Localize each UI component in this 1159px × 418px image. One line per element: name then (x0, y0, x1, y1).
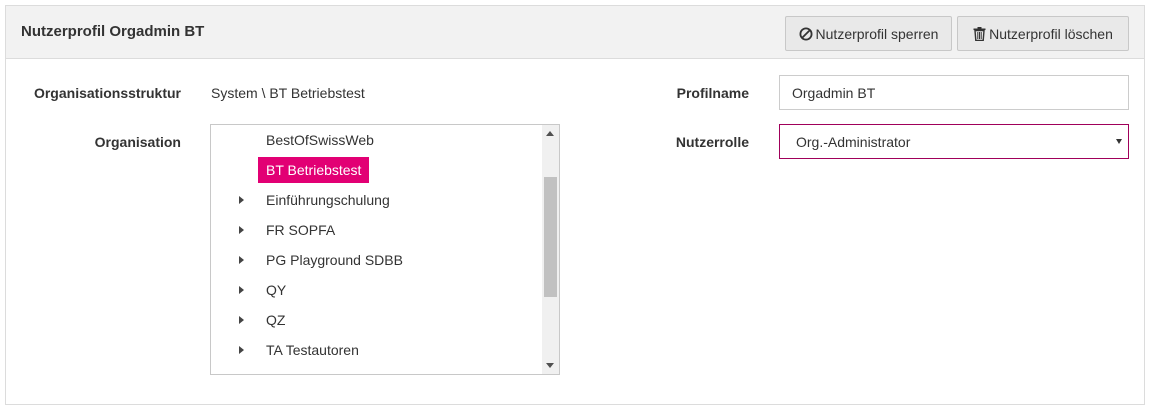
tree-scrollbar[interactable] (542, 125, 559, 374)
trash-icon (973, 26, 986, 41)
orgstruct-label: Organisationsstruktur (33, 85, 181, 101)
tree-item[interactable]: TA Testautoren (211, 336, 541, 364)
panel-header: Nutzerprofil Orgadmin BT Nutzerprofil sp… (6, 6, 1144, 59)
scroll-up-icon[interactable] (546, 131, 554, 136)
orgstruct-value: System \ BT Betriebstest (211, 85, 365, 101)
scroll-down-icon[interactable] (546, 363, 554, 368)
expand-arrow-icon[interactable] (239, 226, 244, 234)
profilname-input[interactable]: Orgadmin BT (779, 75, 1129, 110)
tree-item-selected[interactable]: BT Betriebstest (211, 156, 541, 184)
organisation-tree[interactable]: BestOfSwissWeb BT Betriebstest Einführun… (210, 124, 560, 375)
expand-arrow-icon[interactable] (239, 196, 244, 204)
tree-item[interactable]: BestOfSwissWeb (211, 126, 541, 154)
profilname-value: Orgadmin BT (792, 84, 876, 101)
tree-item-label: QY (266, 282, 287, 298)
expand-arrow-icon[interactable] (239, 316, 244, 324)
lock-profile-button[interactable]: Nutzerprofil sperren (785, 16, 952, 51)
expand-arrow-icon[interactable] (239, 346, 244, 354)
tree-item[interactable]: QZ (211, 306, 541, 334)
organisation-label: Organisation (94, 134, 181, 150)
tree-item-label: QZ (266, 312, 286, 328)
nutzerrolle-select[interactable]: Org.-Administrator (779, 124, 1129, 159)
profilname-label: Profilname (676, 85, 749, 101)
page-title: Nutzerprofil Orgadmin BT (21, 23, 205, 40)
expand-arrow-icon[interactable] (239, 286, 244, 294)
user-profile-panel: Nutzerprofil Orgadmin BT Nutzerprofil sp… (5, 5, 1145, 405)
scrollbar-thumb[interactable] (544, 177, 557, 297)
delete-profile-button[interactable]: Nutzerprofil löschen (957, 16, 1129, 51)
tree-item-label: Einführungschulung (266, 192, 390, 208)
tree-item-label: BT Betriebstest (258, 157, 370, 183)
tree-item[interactable]: Einführungschulung (211, 186, 541, 214)
tree-item-label: BestOfSwissWeb (266, 132, 374, 148)
expand-arrow-icon[interactable] (239, 256, 244, 264)
nutzerrolle-value: Org.-Administrator (796, 133, 911, 150)
nutzerrolle-label: Nutzerrolle (675, 134, 749, 150)
tree-item[interactable]: PG Playground SDBB (211, 246, 541, 274)
caret-down-icon (1116, 139, 1122, 144)
delete-profile-label: Nutzerprofil löschen (989, 25, 1113, 42)
tree-item-label: PG Playground SDBB (266, 252, 403, 268)
tree-item-label: FR SOPFA (266, 222, 336, 238)
lock-profile-label: Nutzerprofil sperren (815, 25, 939, 42)
tree-item[interactable]: FR SOPFA (211, 216, 541, 244)
tree-item[interactable]: QY (211, 276, 541, 304)
ban-icon (799, 27, 813, 41)
tree-item-label: TA Testautoren (266, 342, 359, 358)
